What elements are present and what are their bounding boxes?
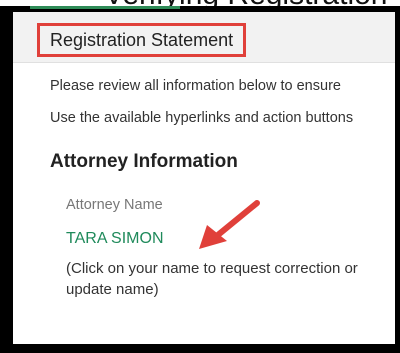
panel-title: Registration Statement: [50, 29, 234, 50]
highlighted-title-box: Registration Statement: [37, 23, 247, 57]
attorney-section-heading: Attorney Information: [50, 151, 238, 172]
red-arrow-annotation-icon: [199, 200, 260, 249]
instruction-text-2: Use the available hyperlinks and action …: [50, 110, 354, 126]
bottom-border: [0, 344, 400, 353]
right-border: [395, 6, 400, 353]
left-border: [0, 6, 13, 353]
instruction-text-1: Please review all information below to e…: [50, 78, 341, 94]
attorney-name-note: (Click on your name to request correctio…: [66, 260, 358, 298]
panel-header: Registration Statement: [13, 12, 395, 63]
attorney-name-label: Attorney Name: [66, 197, 163, 213]
registration-panel: Registration Statement Please review all…: [13, 12, 395, 344]
active-tab-indicator: [30, 6, 180, 9]
attorney-name-link[interactable]: TARA SIMON: [66, 230, 164, 248]
screenshot-frame: Verifying Registration Registration Stat…: [0, 0, 400, 353]
